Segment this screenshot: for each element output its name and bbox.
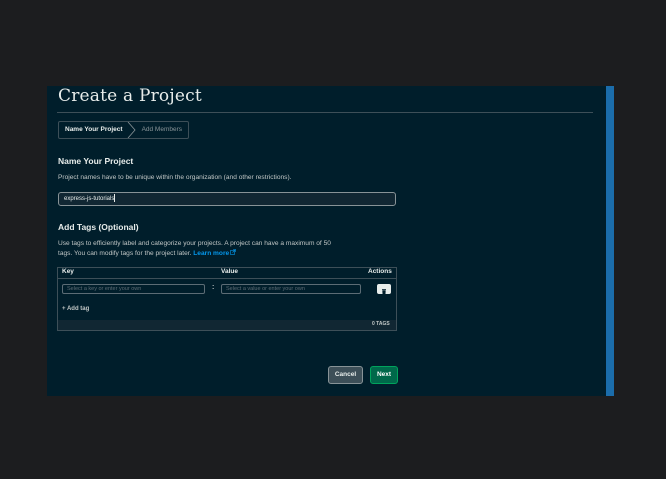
page-title: Create a Project	[58, 86, 202, 106]
key-value-separator: :	[212, 284, 215, 291]
external-link-icon	[230, 249, 236, 255]
tag-count: 0 TAGS	[372, 321, 390, 327]
next-button[interactable]: Next	[370, 366, 398, 384]
title-divider	[57, 112, 593, 113]
tag-key-select[interactable]: Select a key or enter your own	[62, 284, 205, 294]
name-section-description: Project names have to be unique within t…	[58, 174, 292, 181]
project-name-value: express-js-tutorials	[64, 196, 115, 202]
add-tag-button[interactable]: + Add tag	[62, 306, 89, 312]
tags-description-text: tags. You can modify tags for the projec…	[58, 250, 194, 257]
table-header-divider	[57, 278, 397, 279]
stepper: Name Your Project Add Members	[58, 121, 190, 139]
tags-section-heading: Add Tags (Optional)	[58, 222, 139, 232]
column-actions: Actions	[368, 268, 392, 275]
trash-icon	[382, 289, 386, 295]
delete-tag-button[interactable]	[377, 284, 391, 295]
column-key: Key	[62, 268, 74, 275]
tag-value-select[interactable]: Select a value or enter your own	[221, 284, 361, 294]
name-section-heading: Name Your Project	[58, 156, 134, 166]
step-add-members[interactable]: Add Members	[136, 122, 188, 138]
tags-description-line2: tags. You can modify tags for the projec…	[58, 249, 236, 259]
step-name-your-project[interactable]: Name Your Project	[59, 122, 127, 138]
learn-more-link[interactable]: Learn more	[193, 250, 229, 257]
tags-description-line1: Use tags to efficiently label and catego…	[58, 240, 331, 247]
text-caret	[114, 194, 116, 203]
cancel-button[interactable]: Cancel	[328, 366, 363, 384]
chevron-right-icon	[127, 122, 136, 138]
project-name-input[interactable]: express-js-tutorials	[58, 192, 396, 206]
scrollbar[interactable]	[606, 86, 614, 396]
tags-table-footer	[58, 320, 396, 330]
column-value: Value	[221, 268, 238, 275]
